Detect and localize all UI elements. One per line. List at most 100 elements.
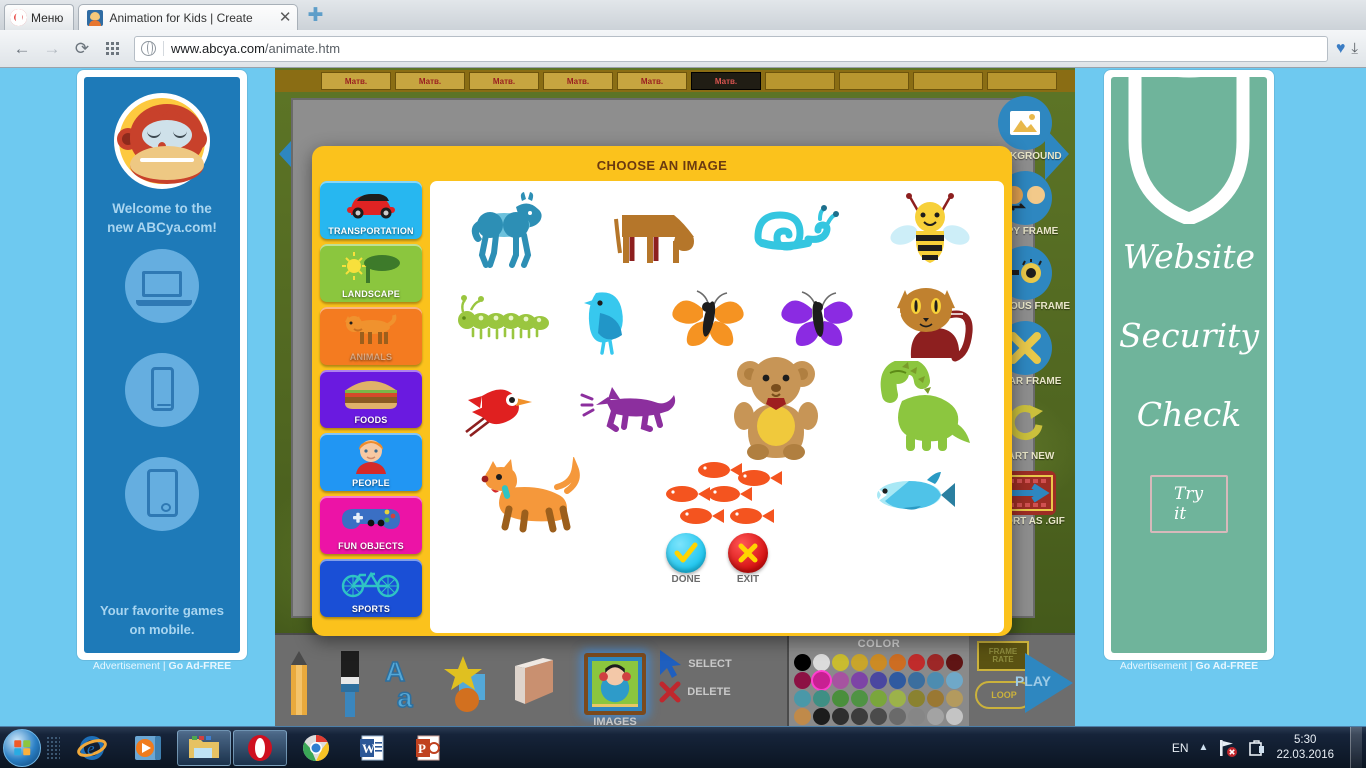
speed-dial-icon[interactable]: [98, 36, 126, 62]
gallery-item-teddy-bear[interactable]: [728, 354, 824, 460]
color-swatch[interactable]: [946, 672, 963, 689]
gallery-item-cat[interactable]: [885, 276, 981, 362]
gallery-item-bird-blue[interactable]: [578, 283, 642, 355]
gallery-item-butterfly-orange[interactable]: [667, 287, 751, 351]
color-swatch[interactable]: [851, 654, 868, 671]
color-swatch[interactable]: [889, 654, 906, 671]
category-sports[interactable]: SPORTS: [320, 559, 422, 617]
pencil-tool[interactable]: [275, 634, 323, 733]
browser-tab[interactable]: Animation for Kids | Create ✕: [78, 4, 299, 30]
new-tab-button[interactable]: ✚: [304, 4, 326, 26]
download-icon[interactable]: ⤓: [1351, 40, 1358, 57]
gallery-item-dog-orange[interactable]: [479, 457, 583, 533]
color-swatch[interactable]: [946, 690, 963, 707]
left-ad-panel[interactable]: Welcome to the new ABCya.com! Your favor…: [77, 70, 247, 660]
eraser-tool[interactable]: [501, 634, 573, 733]
gallery-item-bee[interactable]: [890, 191, 970, 271]
taskbar-item-opera[interactable]: [233, 729, 287, 766]
show-desktop-button[interactable]: [1350, 726, 1362, 768]
color-swatch[interactable]: [889, 708, 906, 725]
color-swatch[interactable]: [794, 690, 811, 707]
opera-menu-button[interactable]: Меню: [4, 4, 75, 30]
taskbar-item-word[interactable]: W: [345, 730, 399, 766]
right-ad-panel[interactable]: Website Security Check Try it: [1104, 70, 1274, 660]
color-swatch[interactable]: [813, 708, 830, 725]
color-swatch[interactable]: [870, 708, 887, 725]
frame-thumbnail[interactable]: [765, 72, 835, 90]
gallery-item-dog-barking[interactable]: [580, 381, 684, 433]
try-it-button[interactable]: Try it: [1150, 475, 1228, 533]
frame-thumbnail[interactable]: [987, 72, 1057, 90]
color-swatch[interactable]: [832, 672, 849, 689]
color-swatch[interactable]: [794, 672, 811, 689]
frame-thumbnail[interactable]: Матв.: [691, 72, 761, 90]
frame-thumbnail[interactable]: [839, 72, 909, 90]
frame-thumbnail[interactable]: Матв.: [469, 72, 539, 90]
start-button[interactable]: [3, 728, 41, 767]
taskbar-item-media-player[interactable]: [121, 730, 175, 766]
gallery-item-butterfly-purple[interactable]: [776, 287, 860, 351]
select-tool[interactable]: SELECT: [658, 649, 732, 679]
color-swatch[interactable]: [889, 672, 906, 689]
done-button[interactable]: DONE: [666, 533, 706, 585]
color-swatch[interactable]: [908, 708, 925, 725]
color-swatch[interactable]: [927, 672, 944, 689]
frame-thumbnail[interactable]: Матв.: [321, 72, 391, 90]
category-foods[interactable]: FOODS: [320, 370, 422, 428]
images-tool[interactable]: IMAGES: [573, 634, 657, 733]
color-swatch[interactable]: [832, 654, 849, 671]
color-swatch[interactable]: [946, 708, 963, 725]
clock[interactable]: 5:30 22.03.2016: [1276, 733, 1334, 763]
forward-icon[interactable]: →: [38, 36, 66, 62]
color-swatch[interactable]: [870, 654, 887, 671]
gallery-item-bird-red[interactable]: [462, 376, 536, 438]
color-swatch[interactable]: [889, 690, 906, 707]
color-swatch[interactable]: [832, 690, 849, 707]
taskbar-item-file-explorer[interactable]: [177, 729, 231, 766]
delete-tool[interactable]: DELETE: [659, 681, 731, 703]
category-animals[interactable]: ANIMALS: [320, 307, 422, 365]
color-swatch[interactable]: [927, 654, 944, 671]
show-hidden-icons-icon[interactable]: ▲: [1199, 742, 1209, 753]
color-swatch[interactable]: [794, 708, 811, 725]
category-landscape[interactable]: LANDSCAPE: [320, 244, 422, 302]
color-swatch[interactable]: [851, 672, 868, 689]
bookmark-heart-icon[interactable]: ♥: [1336, 40, 1346, 58]
category-transportation[interactable]: TRANSPORTATION: [320, 181, 422, 239]
color-swatch[interactable]: [832, 708, 849, 725]
action-center-icon[interactable]: [1248, 739, 1266, 757]
gallery-item-fish-blue[interactable]: [865, 470, 955, 520]
color-swatch[interactable]: [813, 690, 830, 707]
frame-thumbnail[interactable]: [913, 72, 983, 90]
category-fun-objects[interactable]: FUN OBJECTS: [320, 496, 422, 554]
network-error-icon[interactable]: [1218, 739, 1238, 757]
reload-icon[interactable]: ⟳: [68, 36, 96, 62]
images-button[interactable]: [584, 653, 646, 715]
color-swatch[interactable]: [908, 690, 925, 707]
color-swatch[interactable]: [794, 654, 811, 671]
color-swatch[interactable]: [927, 708, 944, 725]
exit-button[interactable]: EXIT: [728, 533, 768, 585]
gallery-item-horse[interactable]: [464, 191, 560, 271]
color-swatch[interactable]: [813, 672, 830, 689]
gallery-item-fish-school[interactable]: [662, 458, 786, 532]
color-swatch[interactable]: [870, 690, 887, 707]
color-swatch[interactable]: [908, 654, 925, 671]
close-icon[interactable]: ✕: [279, 10, 292, 25]
gallery-item-cow[interactable]: [608, 195, 704, 267]
back-icon[interactable]: ←: [8, 36, 36, 62]
taskbar-item-internet-explorer[interactable]: e: [65, 730, 119, 766]
gallery-item-snail[interactable]: [752, 199, 842, 263]
taskbar-item-powerpoint[interactable]: P: [401, 730, 455, 766]
category-people[interactable]: PEOPLE: [320, 433, 422, 491]
paintbrush-tool[interactable]: [323, 634, 377, 733]
color-swatch[interactable]: [927, 690, 944, 707]
frame-timeline[interactable]: Матв. Матв. Матв. Матв. Матв. Матв.: [275, 70, 1075, 92]
address-bar[interactable]: www.abcya.com/animate.htm: [134, 35, 1328, 62]
frame-thumbnail[interactable]: Матв.: [543, 72, 613, 90]
gallery-item-dinosaur[interactable]: [868, 361, 972, 453]
taskbar-grip[interactable]: [46, 735, 60, 760]
color-swatch[interactable]: [851, 708, 868, 725]
gallery-item-caterpillar[interactable]: [453, 294, 553, 344]
frame-thumbnail[interactable]: Матв.: [395, 72, 465, 90]
